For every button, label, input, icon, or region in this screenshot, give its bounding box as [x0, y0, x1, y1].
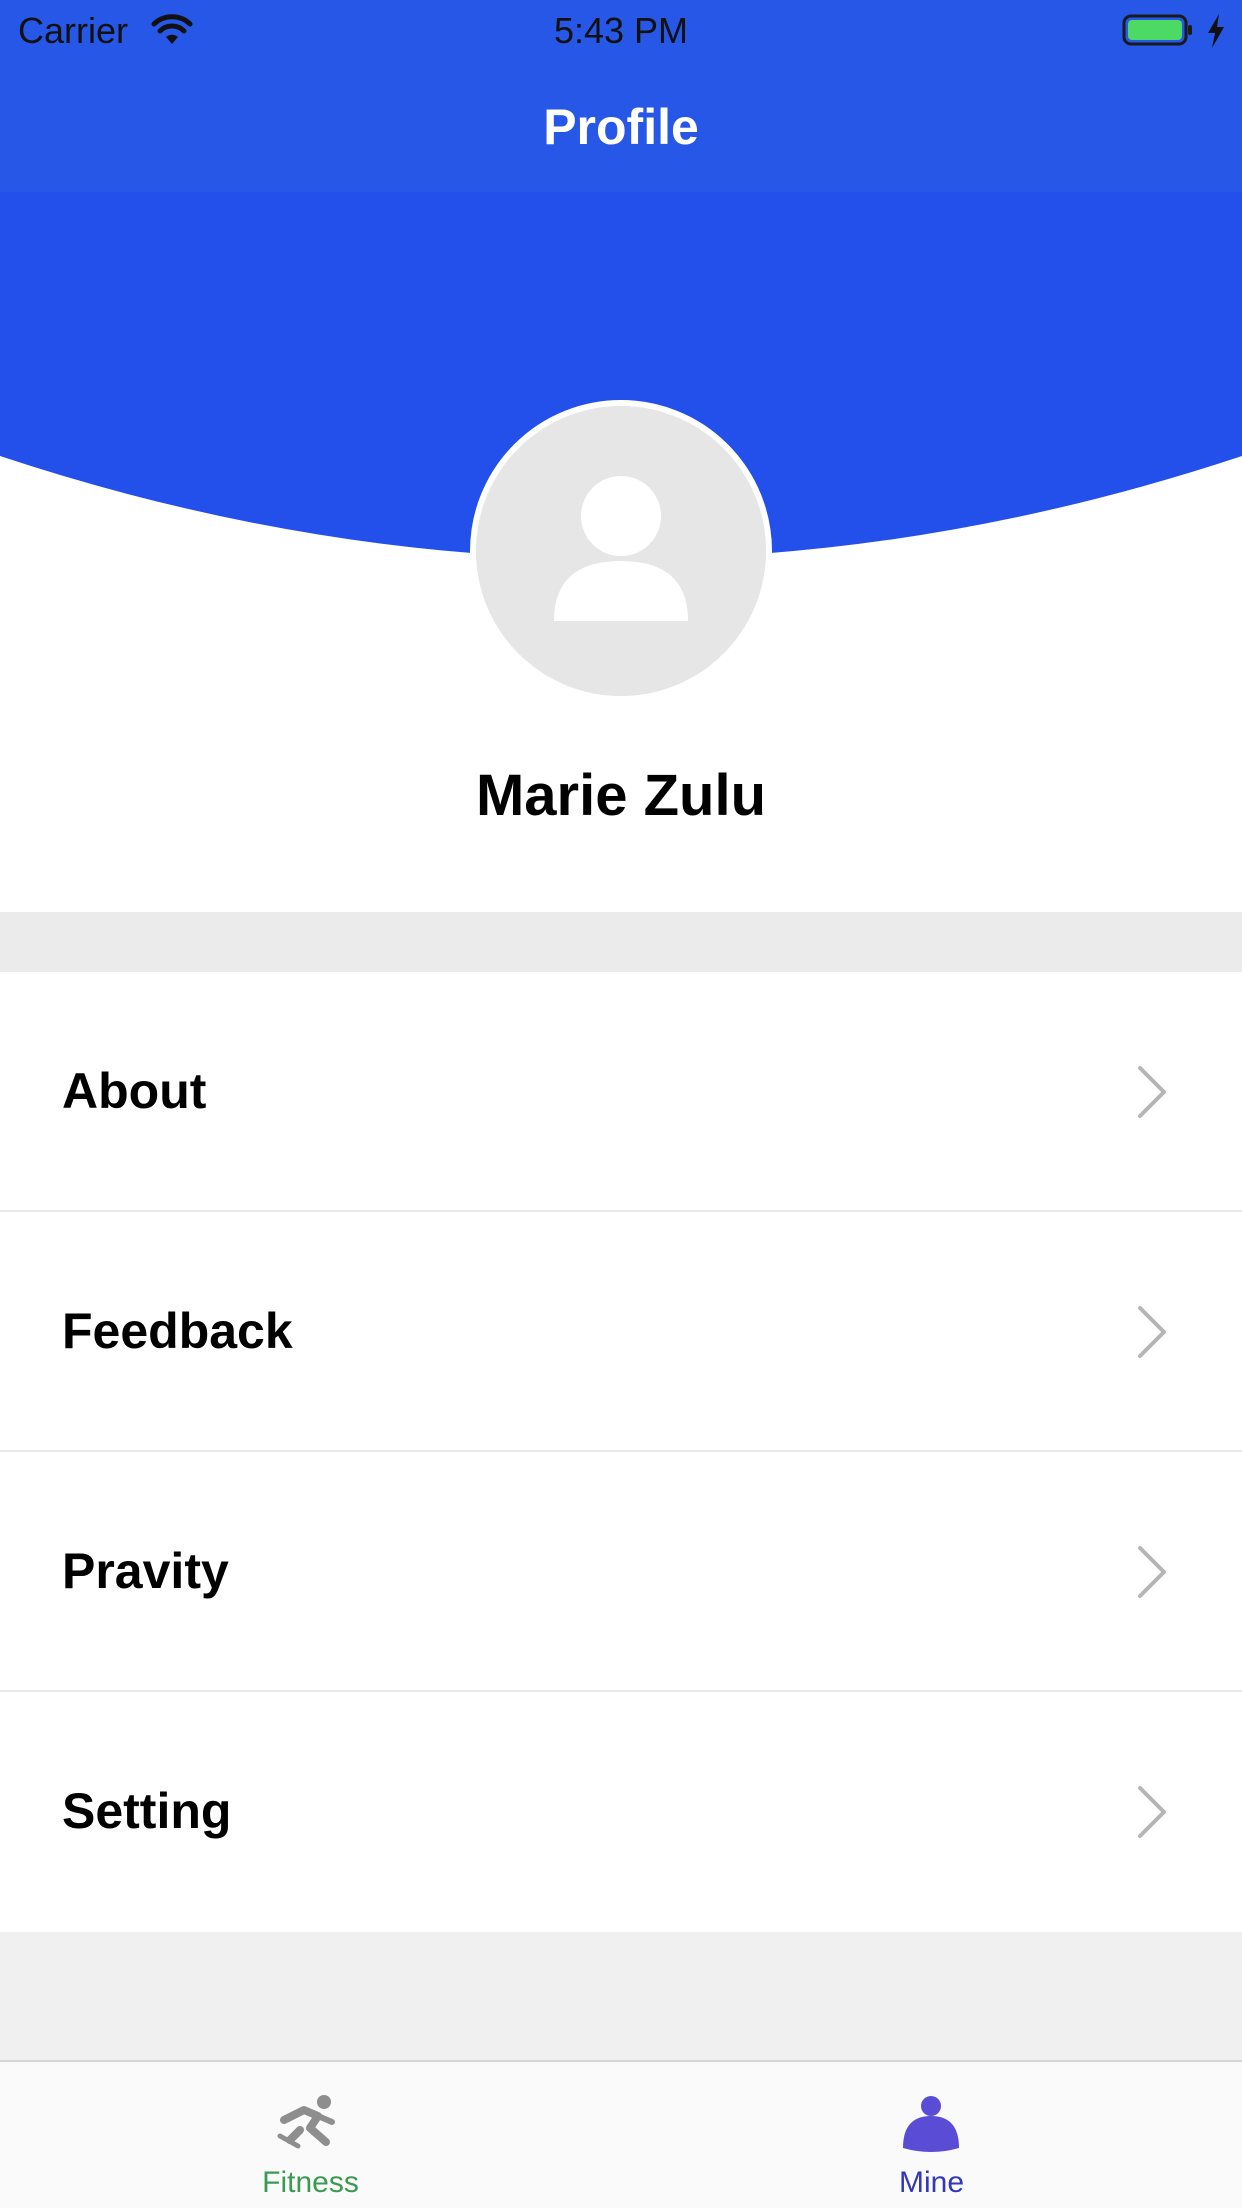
chevron-right-icon [1138, 1546, 1166, 1598]
menu-item-label: Feedback [62, 1303, 293, 1359]
battery-icon [1122, 14, 1192, 46]
person-icon [903, 2096, 959, 2152]
profile-name: Marie Zulu [475, 763, 767, 828]
avatar[interactable] [470, 400, 772, 702]
menu-item-label: Setting [62, 1783, 232, 1839]
navigation-bar: Profile [0, 62, 1242, 192]
chevron-right-icon [1138, 1306, 1166, 1358]
menu-item-setting[interactable]: Setting [0, 1692, 1242, 1932]
chevron-right-icon [1138, 1786, 1166, 1838]
tab-mine[interactable]: Mine [621, 2062, 1242, 2208]
tab-bar: Fitness Mine [0, 2060, 1242, 2208]
tab-label: Mine [898, 2166, 965, 2199]
tab-fitness[interactable]: Fitness [0, 2062, 621, 2208]
fitness-runner-icon [277, 2095, 335, 2149]
menu-item-label: About [62, 1063, 207, 1119]
menu-item-feedback[interactable]: Feedback [0, 1212, 1242, 1452]
menu-item-pravity[interactable]: Pravity [0, 1452, 1242, 1692]
settings-menu: About Feedback Pravity Setting [0, 972, 1242, 1932]
tab-label: Fitness [262, 2166, 359, 2199]
chevron-right-icon [1138, 1066, 1166, 1118]
profile-header: Marie Zulu [0, 192, 1242, 912]
charging-bolt-icon [1208, 14, 1224, 48]
default-user-avatar-icon [476, 406, 766, 696]
menu-item-label: Pravity [62, 1543, 229, 1599]
menu-item-about[interactable]: About [0, 972, 1242, 1212]
section-divider [0, 912, 1242, 972]
page-title: Profile [543, 99, 699, 155]
status-bar: Carrier 5:43 PM [0, 0, 1242, 62]
clock: 5:43 PM [553, 10, 689, 51]
